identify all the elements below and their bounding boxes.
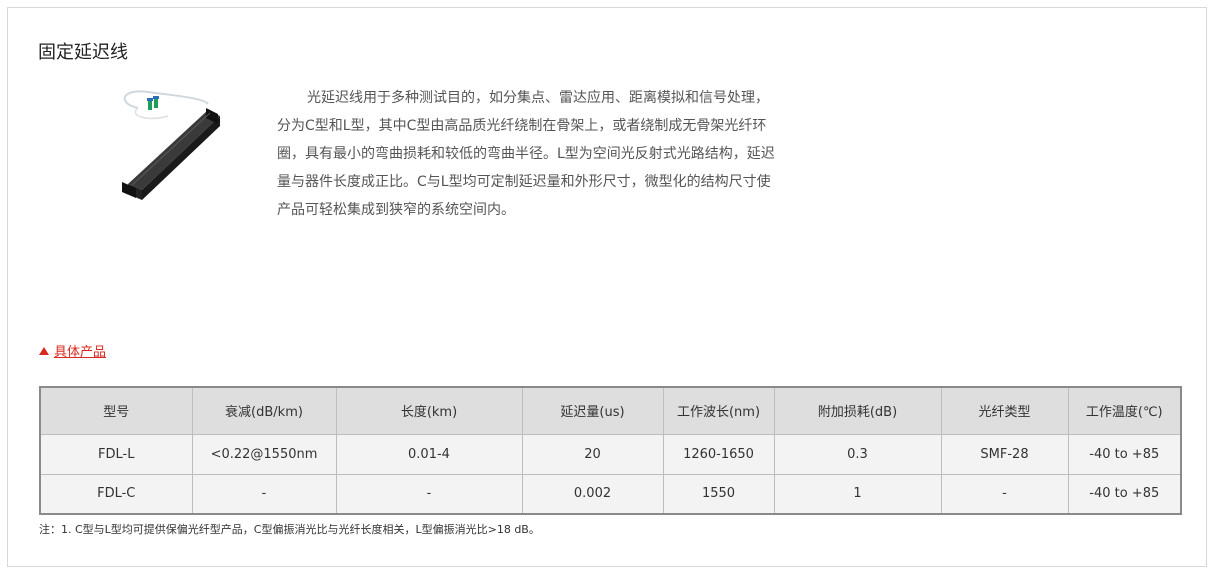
table-cell: SMF-28 <box>940 433 1069 475</box>
table-cell: 0.002 <box>521 473 664 515</box>
table-cell: <0.22@1550nm <box>191 433 337 475</box>
table-cell: -40 to +85 <box>1067 433 1182 475</box>
specific-products-label[interactable]: 具体产品 <box>54 341 106 360</box>
column-header: 衰减(dB/km) <box>191 386 337 435</box>
product-description: 光延迟线用于多种测试目的，如分集点、雷达应用、距离模拟和信号处理，分为C型和L型… <box>277 90 775 218</box>
table-cell: -40 to +85 <box>1067 473 1182 515</box>
table-row: FDL-L <0.22@1550nm 0.01-4 20 1260-1650 0… <box>39 433 1182 475</box>
table-cell: FDL-L <box>39 433 193 475</box>
spec-table: 型号 衰减(dB/km) 长度(km) 延迟量(us) 工作波长(nm) 附加损… <box>39 386 1182 515</box>
table-cell: - <box>191 473 337 515</box>
table-cell: 1260-1650 <box>662 433 775 475</box>
triangle-up-icon <box>39 346 49 355</box>
table-header-row: 型号 衰减(dB/km) 长度(km) 延迟量(us) 工作波长(nm) 附加损… <box>39 386 1182 435</box>
column-header: 工作波长(nm) <box>662 386 775 435</box>
column-header: 型号 <box>39 386 193 435</box>
column-header: 长度(km) <box>335 386 523 435</box>
table-cell: - <box>940 473 1069 515</box>
table-cell: 1 <box>773 473 942 515</box>
product-panel: 固定延迟线 光延迟线用于多种测试目的，如分集点、雷达应用、距离模拟和信号处理，分… <box>7 7 1207 567</box>
column-header: 工作温度(℃) <box>1067 386 1182 435</box>
table-cell: FDL-C <box>39 473 193 515</box>
table-cell: 20 <box>521 433 664 475</box>
table-cell: 1550 <box>662 473 775 515</box>
column-header: 附加损耗(dB) <box>773 386 942 435</box>
specific-products-link[interactable]: 具体产品 <box>39 341 106 360</box>
fiber-delay-line-image <box>108 86 236 214</box>
product-photo-icon <box>122 90 220 200</box>
table-cell: - <box>335 473 523 515</box>
page-title: 固定延迟线 <box>38 42 128 63</box>
table-row: FDL-C - - 0.002 1550 1 - -40 to +85 <box>39 473 1182 515</box>
column-header: 延迟量(us) <box>521 386 664 435</box>
table-cell: 0.01-4 <box>335 433 523 475</box>
table-footnote: 注：1. C型与L型均可提供保偏光纤型产品，C型偏振消光比与光纤长度相关，L型偏… <box>39 523 540 536</box>
table-cell: 0.3 <box>773 433 942 475</box>
column-header: 光纤类型 <box>940 386 1069 435</box>
